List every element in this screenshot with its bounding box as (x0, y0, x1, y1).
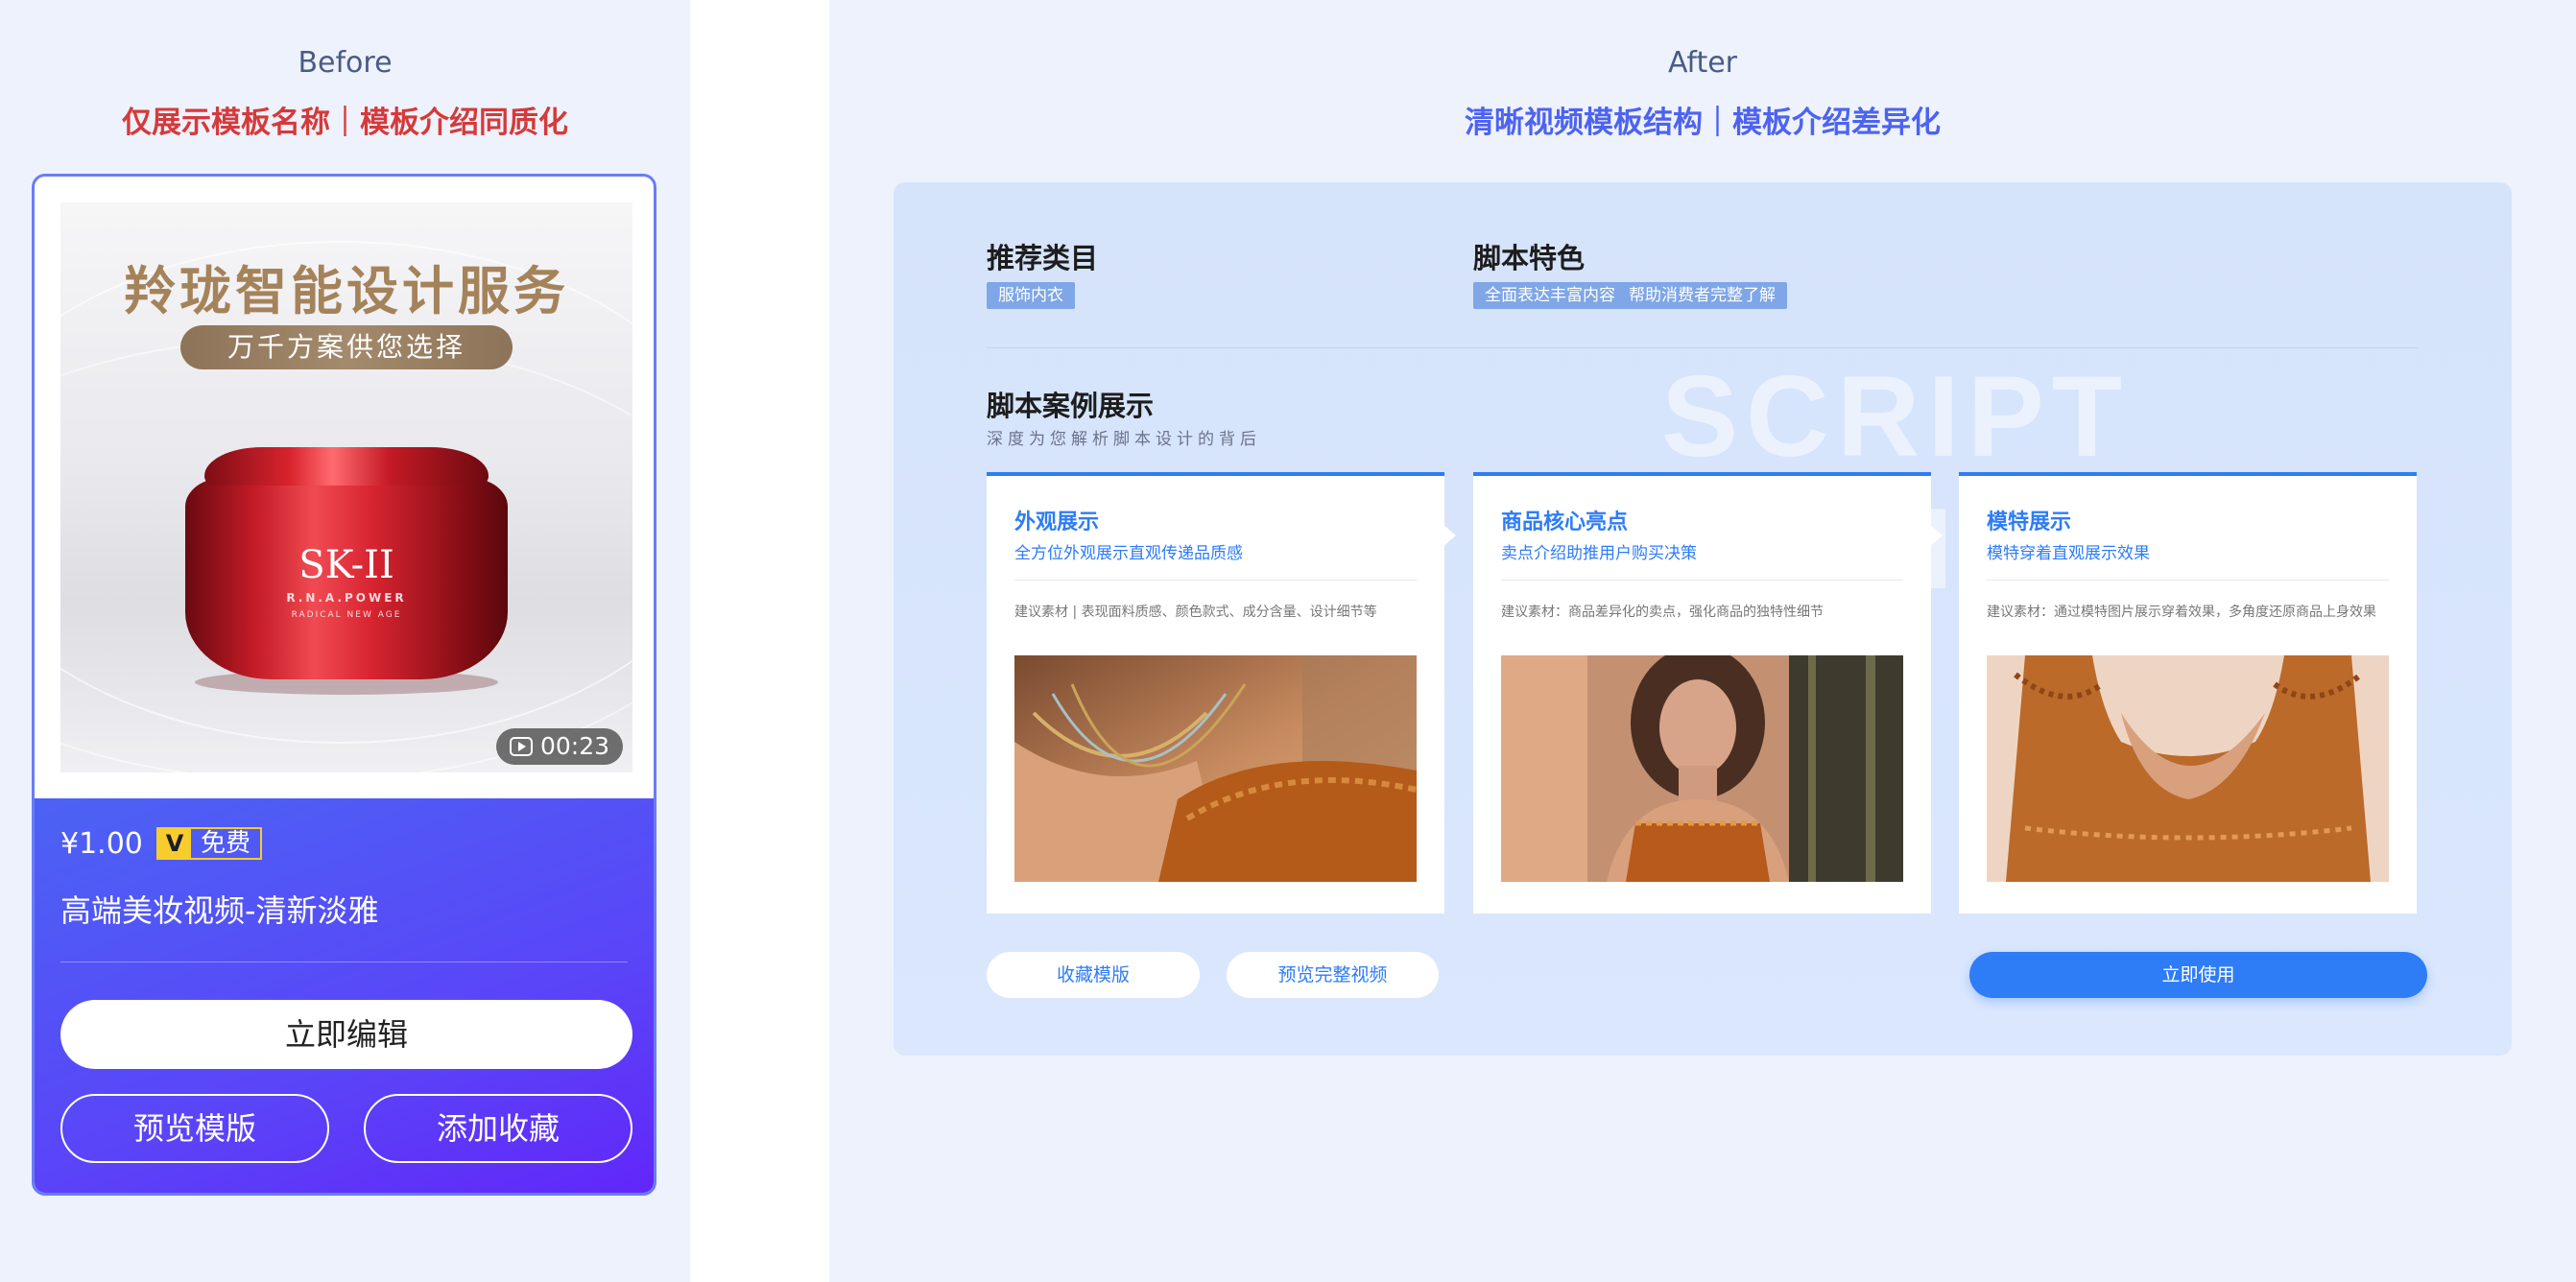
before-panel: Before 仅展示模板名称｜模板介绍同质化 羚珑智能设计服务 万千方案供您选择… (0, 0, 690, 1282)
product-jar-image: SK-II R.N.A.POWER RADICAL NEW AGE (185, 447, 508, 695)
script-cases-subtitle: 深度为您解析脚本设计的背后 (987, 430, 1261, 449)
after-panel: After 清晰视频模板结构｜模板介绍差异化 SCRIPT DESIGN 推荐类… (829, 0, 2576, 1282)
product-sub: RADICAL NEW AGE (291, 610, 402, 620)
case-title: 外观展示 (1014, 510, 1100, 534)
case-subtitle: 卖点介绍助推用户购买决策 (1501, 544, 1697, 563)
case-photo-necklace (1014, 655, 1417, 882)
video-thumbnail[interactable]: 羚珑智能设计服务 万千方案供您选择 SK-II R.N.A.POWER RADI… (60, 202, 632, 772)
recommended-category-title: 推荐类目 (987, 242, 1099, 274)
vip-icon: V (158, 829, 191, 858)
product-brand: SK-II (298, 543, 394, 587)
divider (1987, 580, 2389, 581)
case-subtitle: 全方位外观展示直观传递品质感 (1014, 544, 1243, 563)
preview-template-button[interactable]: 预览模版 (60, 1094, 329, 1163)
case-description: 建议素材 | 表现面料质感、颜色款式、成分含量、设计细节等 (1014, 605, 1377, 620)
script-cases-title: 脚本案例展示 (987, 390, 1155, 422)
divider (1014, 580, 1417, 581)
case-card-highlights[interactable]: 商品核心亮点 卖点介绍助推用户购买决策 建议素材：商品差异化的卖点，强化商品的独… (1473, 472, 1943, 914)
vip-free-badge: V 免费 (156, 827, 263, 860)
duration-text: 00:23 (539, 732, 609, 760)
edit-now-button[interactable]: 立即编辑 (60, 1000, 632, 1069)
case-description: 建议素材：商品差异化的卖点，强化商品的独特性细节 (1501, 605, 1824, 620)
case-subtitle: 模特穿着直观展示效果 (1987, 544, 2150, 563)
play-icon (509, 737, 533, 756)
use-now-button[interactable]: 立即使用 (1969, 952, 2427, 998)
favorite-template-button[interactable]: 收藏模版 (987, 952, 1200, 998)
duration-badge: 00:23 (495, 728, 623, 765)
feature-tag: 全面表达丰富内容 (1473, 282, 1627, 309)
case-title: 模特展示 (1987, 510, 2072, 534)
preview-full-video-button[interactable]: 预览完整视频 (1227, 952, 1439, 998)
card-info: ¥1.00 V 免费 高端美妆视频-清新淡雅 立即编辑 预览模版 添加收藏 (35, 798, 654, 1193)
after-title: After (1667, 46, 1738, 80)
feature-tag: 帮助消费者完整了解 (1617, 282, 1787, 309)
before-title: Before (298, 46, 393, 80)
divider (1501, 580, 1903, 581)
thumbnail-pill: 万千方案供您选择 (180, 325, 513, 369)
arrow-icon (1443, 524, 1456, 547)
after-subtitle: 清晰视频模板结构｜模板介绍差异化 (1465, 106, 1941, 140)
arrow-icon (1929, 524, 1943, 547)
case-card-model[interactable]: 模特展示 模特穿着直观展示效果 建议素材：通过模特图片展示穿着效果，多角度还原商… (1959, 472, 2417, 914)
template-detail-card: SCRIPT DESIGN 推荐类目 服饰内衣 脚本特色 全面表达丰富内容 帮助… (894, 182, 2512, 1056)
case-title: 商品核心亮点 (1501, 510, 1629, 534)
case-photo-model-back (1987, 655, 2389, 882)
case-photo-model-front (1501, 655, 1903, 882)
case-description: 建议素材：通过模特图片展示穿着效果，多角度还原商品上身效果 (1987, 605, 2376, 620)
product-line: R.N.A.POWER (286, 591, 407, 605)
add-favorite-button[interactable]: 添加收藏 (364, 1094, 632, 1163)
before-subtitle: 仅展示模板名称｜模板介绍同质化 (122, 106, 568, 140)
vip-label: 免费 (201, 829, 251, 858)
thumbnail-heading: 羚珑智能设计服务 (124, 260, 569, 321)
script-features-title: 脚本特色 (1473, 242, 1586, 274)
template-name: 高端美妆视频-清新淡雅 (60, 892, 379, 929)
price: ¥1.00 (60, 827, 143, 861)
template-card[interactable]: 羚珑智能设计服务 万千方案供您选择 SK-II R.N.A.POWER RADI… (32, 174, 656, 1196)
category-tag: 服饰内衣 (987, 282, 1075, 309)
divider (987, 347, 2419, 348)
case-card-appearance[interactable]: 外观展示 全方位外观展示直观传递品质感 建议素材 | 表现面料质感、颜色款式、成… (987, 472, 1456, 914)
